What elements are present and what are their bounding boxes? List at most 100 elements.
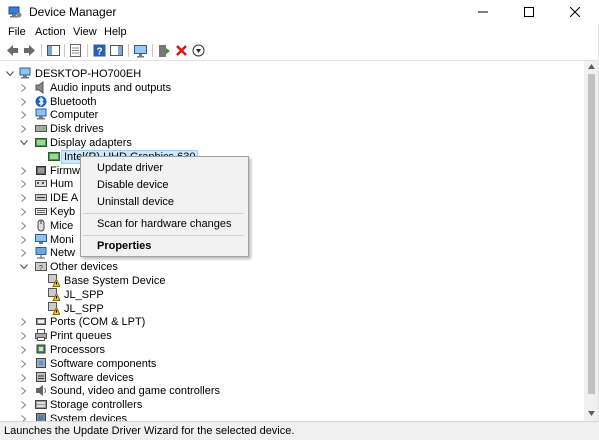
status-bar: Launches the Update Driver Wizard for th… (0, 421, 599, 440)
tree-root[interactable]: DESKTOP-HO700EH (0, 67, 584, 81)
uninstall-device-toolbar-button[interactable] (174, 43, 189, 58)
computer-icon (19, 67, 31, 80)
expand-chevron-icon[interactable] (19, 108, 29, 122)
expand-chevron-icon[interactable] (19, 315, 29, 329)
vertical-scrollbar[interactable] (584, 61, 599, 421)
category-item[interactable]: Processors (0, 343, 584, 357)
toolbar-separator (64, 44, 65, 57)
category-item[interactable]: Display adapters (0, 136, 584, 150)
expand-chevron-icon[interactable] (19, 357, 29, 371)
menu-action[interactable]: Action (35, 26, 66, 38)
console-tree-icon (47, 45, 60, 56)
update-driver-menu-item[interactable]: Update driver (97, 162, 163, 174)
sound-icon (35, 384, 47, 397)
firmware-icon (35, 164, 47, 177)
collapse-chevron-icon[interactable] (19, 260, 29, 274)
context-menu: Update driver Disable device Uninstall d… (80, 156, 249, 257)
category-item[interactable]: Sound, video and game controllers (0, 384, 584, 398)
category-item[interactable]: Storage controllers (0, 398, 584, 412)
properties-menu-item[interactable]: Properties (97, 240, 151, 252)
expand-chevron-icon[interactable] (19, 81, 29, 95)
scroll-up-icon[interactable] (588, 64, 595, 69)
category-item[interactable]: Software devices (0, 371, 584, 385)
minimize-button[interactable] (460, 0, 506, 24)
disable-device-toolbar-button[interactable] (191, 43, 206, 58)
tree-item-label: Base System Device (64, 275, 166, 287)
back-button[interactable] (5, 43, 20, 58)
expand-chevron-icon[interactable] (19, 246, 29, 260)
hid-icon (35, 177, 47, 190)
storage-icon (35, 398, 47, 411)
menu-help[interactable]: Help (104, 26, 127, 38)
category-item[interactable]: Disk drives (0, 122, 584, 136)
menu-view[interactable]: View (73, 26, 97, 38)
system-device-icon (35, 412, 47, 421)
bluetooth-icon (35, 95, 47, 108)
maximize-icon (524, 7, 534, 17)
device-item[interactable]: JL_SPP (0, 287, 584, 302)
expand-chevron-icon[interactable] (19, 343, 29, 357)
show-hide-console-tree-button[interactable] (46, 43, 61, 58)
collapse-chevron-icon[interactable] (5, 67, 15, 81)
help-toolbar-button[interactable]: ? (92, 43, 107, 58)
tree-item-label: Netw (50, 247, 76, 260)
device-item[interactable]: Base System Device (0, 274, 584, 288)
expand-chevron-icon[interactable] (19, 205, 29, 219)
update-driver-icon (159, 44, 170, 57)
expand-chevron-icon[interactable] (19, 384, 29, 398)
expand-chevron-icon[interactable] (19, 371, 29, 385)
display-adapter-icon (35, 136, 47, 149)
minimize-icon (478, 11, 488, 13)
category-item[interactable]: Ports (COM & LPT) (0, 315, 584, 329)
disable-device-menu-item[interactable]: Disable device (97, 179, 169, 191)
collapse-chevron-icon[interactable] (19, 136, 29, 150)
software-device-icon (35, 371, 47, 384)
network-icon (35, 246, 47, 259)
category-item[interactable]: Print queues (0, 329, 584, 343)
tree-item-label: Print queues (50, 330, 112, 343)
scan-hardware-toolbar-button[interactable] (133, 43, 148, 58)
menu-separator (83, 213, 244, 214)
scan-hardware-menu-item[interactable]: Scan for hardware changes (97, 218, 232, 230)
warning-device-icon (48, 287, 61, 301)
action-pane-icon (110, 45, 123, 56)
tree-item-label: Other devices (50, 261, 118, 274)
status-text: Launches the Update Driver Wizard for th… (4, 425, 295, 437)
expand-chevron-icon[interactable] (19, 95, 29, 109)
window-title: Device Manager (29, 5, 117, 19)
menu-file[interactable]: File (8, 26, 26, 38)
expand-chevron-icon[interactable] (19, 164, 29, 178)
tree-item-label: Bluetooth (50, 95, 97, 108)
expand-chevron-icon[interactable] (19, 219, 29, 233)
action-pane-button[interactable] (109, 43, 124, 58)
category-item[interactable]: Bluetooth (0, 95, 584, 109)
expand-chevron-icon[interactable] (19, 122, 29, 136)
tree-item-label: Software components (50, 357, 157, 370)
uninstall-device-menu-item[interactable]: Uninstall device (97, 196, 174, 208)
toolbar-separator (87, 44, 88, 57)
forward-button[interactable] (22, 43, 37, 58)
category-item[interactable]: Software components (0, 357, 584, 371)
expand-chevron-icon[interactable] (19, 233, 29, 247)
expand-chevron-icon[interactable] (19, 191, 29, 205)
expand-chevron-icon[interactable] (19, 412, 29, 421)
tree-item-label: Display adapters (50, 137, 132, 149)
update-driver-toolbar-button[interactable] (157, 43, 172, 58)
expand-chevron-icon[interactable] (19, 329, 29, 343)
device-item[interactable]: JL_SPP (0, 301, 584, 316)
expand-chevron-icon[interactable] (19, 398, 29, 412)
category-item[interactable]: System devices (0, 412, 584, 421)
category-item[interactable]: Computer (0, 108, 584, 122)
properties-toolbar-button[interactable] (68, 43, 83, 58)
expand-chevron-icon[interactable] (19, 177, 29, 191)
scroll-down-icon[interactable] (588, 411, 595, 416)
computer-name-label: DESKTOP-HO700EH (35, 68, 142, 80)
scrollbar-thumb[interactable] (588, 74, 595, 394)
category-item[interactable]: Audio inputs and outputs (0, 80, 584, 95)
close-button[interactable] (552, 0, 598, 24)
category-item[interactable]: ? Other devices (0, 260, 584, 274)
toolbar: ? (0, 41, 599, 61)
port-icon (35, 315, 47, 328)
maximize-button[interactable] (506, 0, 552, 24)
processor-icon (35, 343, 47, 356)
